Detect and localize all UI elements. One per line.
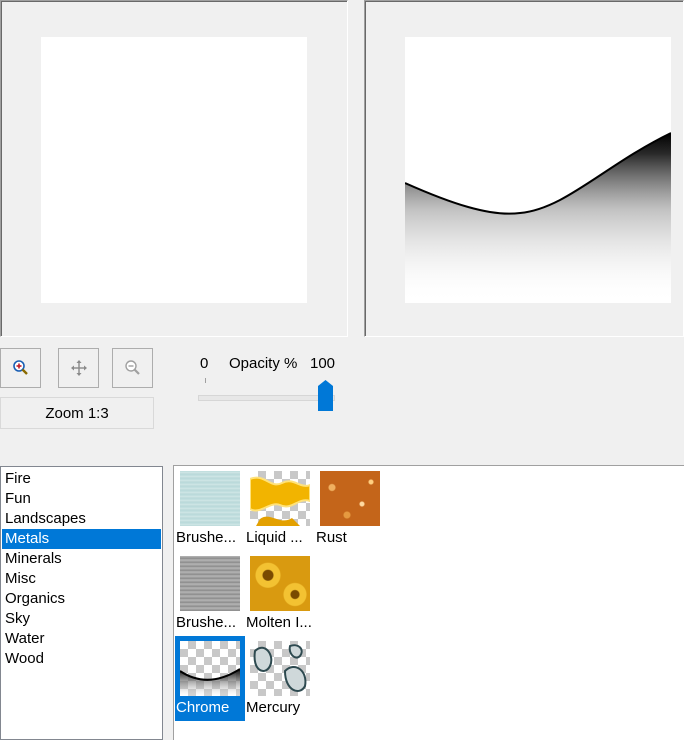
texture-label: Chrome xyxy=(176,699,230,716)
texture-tile-molten-iron[interactable]: Molten I... xyxy=(245,551,315,636)
category-item-landscapes[interactable]: Landscapes xyxy=(2,509,161,529)
texture-thumbnail xyxy=(180,471,240,526)
opacity-min-label: 0 xyxy=(200,355,209,372)
chrome-wave-preview xyxy=(405,132,671,303)
texture-thumbnail xyxy=(250,471,310,526)
original-preview-panel xyxy=(0,0,348,337)
texture-label: Molten I... xyxy=(246,614,312,631)
texture-tile-brushed-gray[interactable]: Brushe... xyxy=(175,551,245,636)
texture-thumbnail xyxy=(180,556,240,611)
result-preview-canvas xyxy=(405,37,671,303)
result-preview-panel xyxy=(364,0,684,337)
category-item-fun[interactable]: Fun xyxy=(2,489,161,509)
opacity-tick xyxy=(205,378,206,383)
texture-thumbnail xyxy=(180,641,240,696)
category-item-wood[interactable]: Wood xyxy=(2,649,161,669)
texture-tile-mercury[interactable]: Mercury xyxy=(245,636,315,721)
texture-thumbnail xyxy=(320,471,380,526)
texture-tile-brushed-cyan[interactable]: Brushe... xyxy=(175,466,245,551)
texture-label: Rust xyxy=(316,529,347,546)
category-item-minerals[interactable]: Minerals xyxy=(2,549,161,569)
texture-label: Mercury xyxy=(246,699,301,716)
category-item-metals[interactable]: Metals xyxy=(2,529,161,549)
move-icon xyxy=(70,359,88,377)
opacity-slider-track[interactable] xyxy=(198,395,335,401)
texture-tile-chrome[interactable]: Chrome xyxy=(175,636,245,721)
category-item-water[interactable]: Water xyxy=(2,629,161,649)
texture-thumbnail xyxy=(250,641,310,696)
category-item-fire[interactable]: Fire xyxy=(2,469,161,489)
opacity-max-label: 100 xyxy=(310,355,336,372)
original-preview-canvas xyxy=(41,37,307,303)
zoom-level-label: Zoom 1:3 xyxy=(0,397,154,429)
texture-tile-liquid-gold[interactable]: Liquid ... xyxy=(245,466,315,551)
category-item-sky[interactable]: Sky xyxy=(2,609,161,629)
zoom-out-icon xyxy=(124,359,142,377)
opacity-title: Opacity % xyxy=(229,355,298,372)
zoom-out-button[interactable] xyxy=(112,348,153,388)
pan-button[interactable] xyxy=(58,348,99,388)
zoom-in-icon xyxy=(12,359,30,377)
texture-gallery[interactable]: Brushe... Liquid ... Rust Brushe... Molten I… xyxy=(173,465,684,740)
category-list[interactable]: Fire Fun Landscapes Metals Minerals Misc Organ… xyxy=(0,466,163,740)
texture-label: Brushe... xyxy=(176,529,237,546)
zoom-in-button[interactable] xyxy=(0,348,41,388)
opacity-slider-thumb[interactable] xyxy=(318,380,333,415)
texture-label: Liquid ... xyxy=(246,529,303,546)
texture-label: Brushe... xyxy=(176,614,237,631)
category-item-organics[interactable]: Organics xyxy=(2,589,161,609)
texture-tile-rust[interactable]: Rust xyxy=(315,466,385,551)
category-item-misc[interactable]: Misc xyxy=(2,569,161,589)
texture-thumbnail xyxy=(250,556,310,611)
